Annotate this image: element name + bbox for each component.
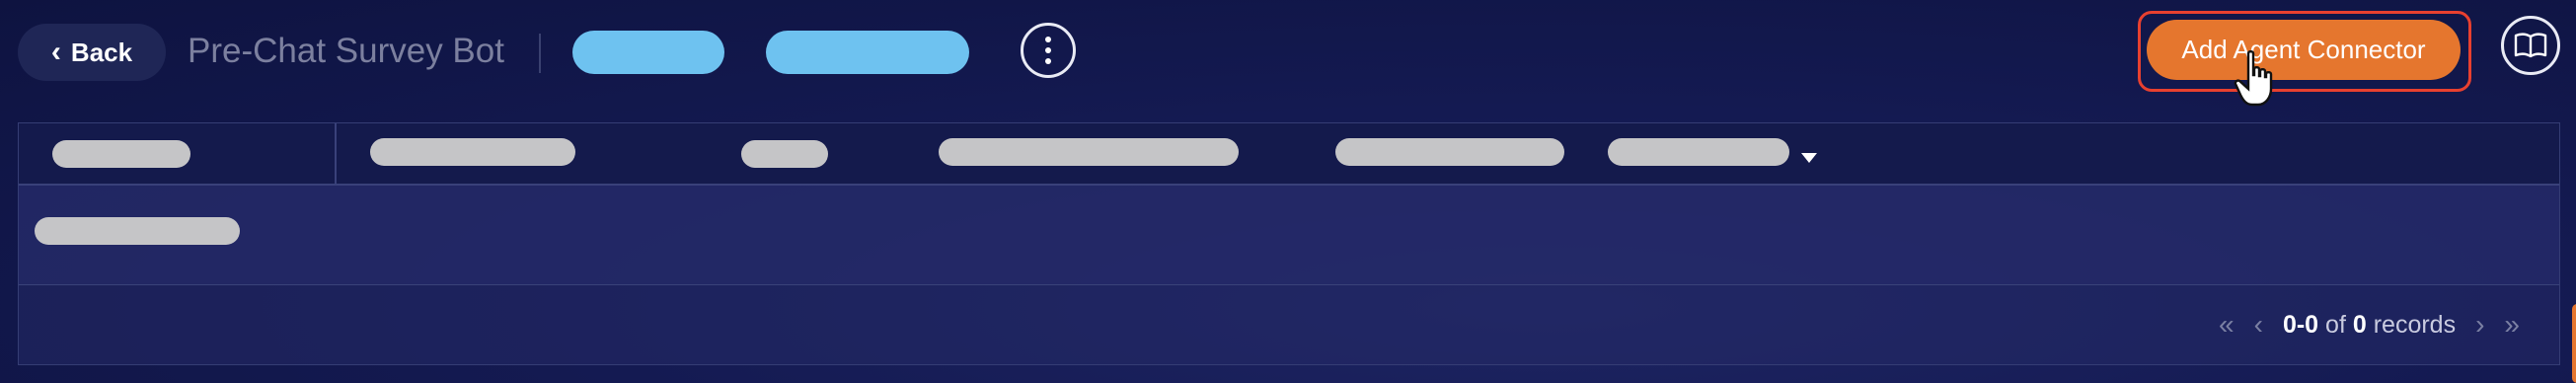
column-divider	[335, 123, 337, 184]
hand-pointer-icon	[2234, 50, 2273, 107]
back-button[interactable]: ‹ Back	[18, 24, 166, 81]
records-total: 0	[2352, 310, 2367, 339]
title-divider	[539, 34, 541, 73]
back-label: Back	[70, 37, 133, 67]
records-of: of	[2325, 310, 2346, 339]
column-header-placeholder	[370, 138, 575, 166]
book-icon	[2514, 33, 2547, 58]
next-page-icon[interactable]: ›	[2475, 309, 2484, 341]
sortable-column-header-placeholder[interactable]	[1608, 138, 1789, 166]
prev-page-icon[interactable]: ‹	[2254, 309, 2263, 341]
data-table: « ‹ 0-0 of 0 records › »	[18, 122, 2560, 365]
records-summary: 0-0 of 0 records	[2283, 311, 2456, 340]
more-vertical-icon	[1045, 37, 1051, 42]
more-options-button[interactable]	[1021, 23, 1076, 78]
pagination-bar: « ‹ 0-0 of 0 records › »	[19, 285, 2559, 364]
column-header-placeholder	[939, 138, 1239, 166]
chevron-left-icon: ‹	[50, 36, 61, 68]
table-row	[19, 186, 2559, 285]
status-pill-placeholder	[572, 31, 724, 74]
column-header-placeholder	[741, 140, 828, 168]
column-header-placeholder	[52, 140, 190, 168]
category-pill-placeholder	[766, 31, 969, 74]
documentation-button[interactable]	[2501, 16, 2560, 75]
records-range: 0-0	[2282, 310, 2319, 339]
caret-down-icon[interactable]	[1801, 153, 1817, 163]
table-header	[19, 123, 2559, 186]
side-panel-tab[interactable]	[2572, 304, 2576, 383]
last-page-icon[interactable]: »	[2504, 309, 2520, 341]
add-agent-connector-button[interactable]: Add Agent Connector	[2147, 20, 2461, 80]
first-page-icon[interactable]: «	[2219, 309, 2235, 341]
column-header-placeholder	[1335, 138, 1564, 166]
page-title: Pre-Chat Survey Bot	[188, 32, 504, 70]
records-label: records	[2373, 310, 2457, 339]
cell-placeholder	[35, 217, 240, 245]
